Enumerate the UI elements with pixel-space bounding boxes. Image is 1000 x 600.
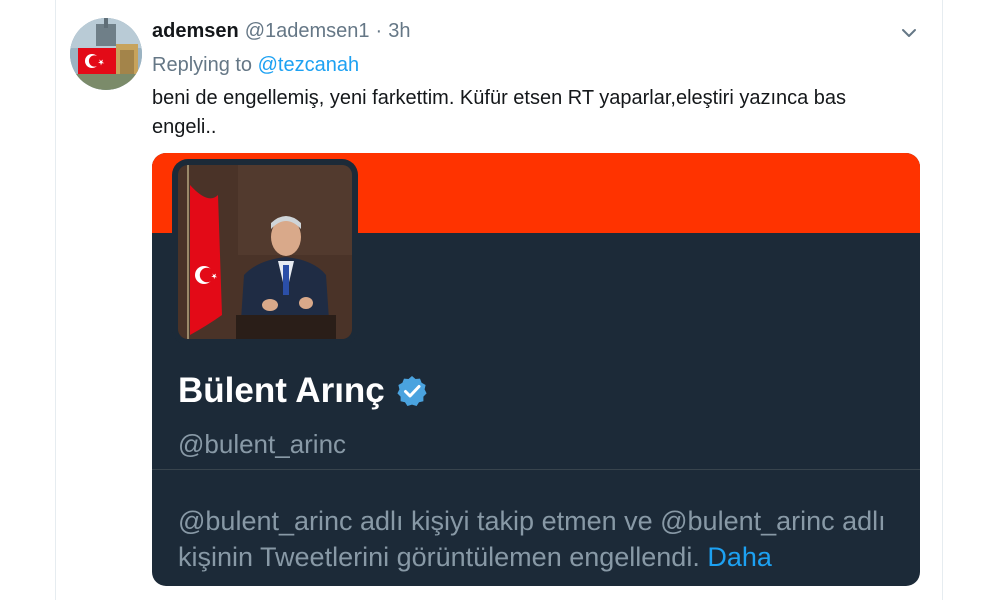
profile-handle[interactable]: @bulent_arinc	[178, 429, 346, 460]
blocked-message-text: @bulent_arinc adlı kişiyi takip etmen ve…	[178, 506, 886, 572]
chevron-down-icon[interactable]	[898, 22, 920, 44]
avatar-flag-image	[70, 18, 142, 90]
tweet-text: beni de engellemiş, yeni farkettim. Küfü…	[152, 87, 847, 138]
profile-name[interactable]: Bülent Arınç	[178, 371, 385, 411]
profile-name-row: Bülent Arınç	[178, 371, 429, 411]
avatar[interactable]	[70, 18, 142, 90]
blocked-message: @bulent_arinc adlı kişiyi takip etmen ve…	[178, 503, 908, 575]
tweet-container: ademsen @1ademsen1 · 3h Replying to @tez…	[55, 0, 943, 600]
more-link[interactable]: Daha	[707, 542, 772, 572]
author-display-name[interactable]: ademsen	[152, 20, 239, 43]
tweet-header: ademsen @1ademsen1 · 3h	[152, 20, 410, 46]
author-handle[interactable]: @1ademsen1	[245, 20, 370, 43]
verified-badge-icon	[397, 376, 427, 406]
tweet-timestamp[interactable]: 3h	[388, 20, 410, 43]
card-divider	[152, 469, 920, 470]
profile-photo[interactable]	[172, 159, 358, 345]
header-separator: ·	[375, 20, 383, 42]
embedded-profile-card[interactable]: Bülent Arınç @bulent_arinc @bulent_arinc…	[152, 153, 920, 586]
replying-prefix: Replying to	[152, 54, 253, 76]
replying-to-line: Replying to @tezcanah	[152, 54, 359, 77]
replying-mention-link[interactable]: @tezcanah	[258, 54, 359, 76]
profile-photo-image	[178, 165, 352, 339]
